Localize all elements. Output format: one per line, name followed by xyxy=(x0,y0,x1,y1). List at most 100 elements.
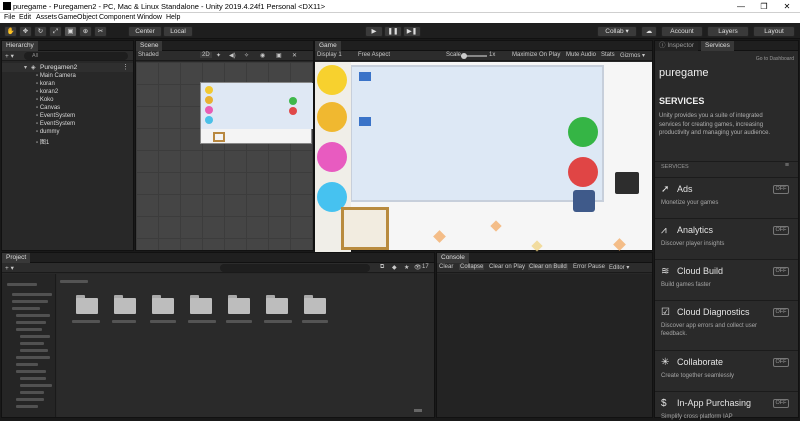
service-analytics[interactable]: ⩘ Analytics Discover player insights OFF xyxy=(655,218,798,258)
service-toggle[interactable]: OFF xyxy=(773,226,789,235)
filter-label-icon[interactable]: ◆ xyxy=(392,264,397,271)
mute-audio-toggle[interactable]: Mute Audio xyxy=(566,52,596,58)
hierarchy-item[interactable]: ▫ EventSystem xyxy=(36,113,75,119)
service-toggle[interactable]: OFF xyxy=(773,308,789,317)
menu-window[interactable]: Window xyxy=(137,14,162,21)
console-editor-dropdown[interactable]: Editor ▾ xyxy=(609,264,629,271)
tab-hierarchy[interactable]: Hierarchy xyxy=(2,41,38,51)
tab-inspector[interactable]: ⓘ Inspector xyxy=(655,41,699,51)
console-log-area[interactable] xyxy=(437,274,652,417)
scene-viewport[interactable] xyxy=(136,62,313,250)
lighting-icon[interactable]: ✦ xyxy=(216,52,221,59)
menu-lines-icon[interactable]: ≡ xyxy=(785,162,789,169)
green-play-badge[interactable] xyxy=(568,117,598,147)
close-button[interactable]: ✕ xyxy=(776,1,798,12)
scale-slider[interactable] xyxy=(461,53,487,59)
expand-arrow-icon[interactable]: ▾ xyxy=(24,64,27,71)
project-assets-grid[interactable] xyxy=(57,274,434,417)
shading-dropdown[interactable]: Shaded xyxy=(138,52,159,58)
menu-gameobject[interactable]: GameObject xyxy=(58,14,97,21)
service-collaborate[interactable]: ✳ Collaborate Create together seamlessly… xyxy=(655,350,798,390)
folder-icon[interactable] xyxy=(76,295,98,314)
layers-dropdown[interactable]: Layers xyxy=(707,26,749,37)
game-board[interactable] xyxy=(350,65,604,202)
service-toggle[interactable]: OFF xyxy=(773,267,789,276)
console-clear-button[interactable]: Clear xyxy=(439,264,453,270)
pink-badge[interactable] xyxy=(317,142,347,172)
console-collapse-toggle[interactable]: Collapse xyxy=(459,264,485,270)
hierarchy-search-input[interactable]: All xyxy=(24,52,128,60)
hierarchy-item[interactable]: ▫ 图1 xyxy=(36,137,49,146)
blue-card-2[interactable] xyxy=(359,117,371,126)
scene-canvas-preview[interactable] xyxy=(200,82,313,144)
project-folder-tree[interactable] xyxy=(2,274,56,417)
camera-icon[interactable]: ▣ xyxy=(276,52,282,59)
rotate-tool-icon[interactable]: ↻ xyxy=(34,26,47,37)
hand-tool-icon[interactable]: ✋ xyxy=(4,26,17,37)
custom-tool-icon[interactable]: ✂ xyxy=(94,26,107,37)
hierarchy-create-button[interactable]: + ▾ xyxy=(5,52,14,60)
service-toggle[interactable]: OFF xyxy=(773,358,789,367)
layout-dropdown[interactable]: Layout xyxy=(753,26,795,37)
console-error-pause-toggle[interactable]: Error Pause xyxy=(573,264,605,270)
folder-icon[interactable] xyxy=(114,295,136,314)
minimize-button[interactable]: — xyxy=(730,1,752,12)
step-button[interactable]: ▶❚ xyxy=(403,26,421,37)
maximize-on-play-toggle[interactable]: Maximize On Play xyxy=(512,52,560,58)
rect-tool-icon[interactable]: ▣ xyxy=(64,26,77,37)
service-toggle[interactable]: OFF xyxy=(773,399,789,408)
picture-frame[interactable] xyxy=(341,207,389,250)
transform-tool-icon[interactable]: ⊕ xyxy=(79,26,92,37)
tab-services[interactable]: Services xyxy=(701,41,734,51)
menu-edit[interactable]: Edit xyxy=(19,14,31,21)
blue-card-1[interactable] xyxy=(359,72,371,81)
audio-icon[interactable]: ◀) xyxy=(229,52,236,59)
service-cloud-diagnostics[interactable]: ☑ Cloud Diagnostics Discover app errors … xyxy=(655,300,798,349)
hierarchy-item[interactable]: ▫ Canvas xyxy=(36,105,60,111)
hierarchy-item[interactable]: ▫ EventSystem xyxy=(36,121,75,127)
scene-menu-icon[interactable]: ⋮ xyxy=(122,63,129,71)
project-search-input[interactable] xyxy=(220,264,370,272)
folder-icon[interactable] xyxy=(266,295,288,314)
folder-icon[interactable] xyxy=(304,295,326,314)
stats-toggle[interactable]: Stats xyxy=(601,52,615,58)
game-viewport[interactable] xyxy=(315,62,652,252)
scale-tool-icon[interactable]: ⤢ xyxy=(49,26,62,37)
tab-console[interactable]: Console xyxy=(437,253,469,263)
menu-assets[interactable]: Assets xyxy=(36,14,57,21)
favorite-icon[interactable]: ★ xyxy=(404,264,409,271)
folder-icon[interactable] xyxy=(228,295,250,314)
menu-component[interactable]: Component xyxy=(99,14,135,21)
menu-help[interactable]: Help xyxy=(166,14,180,21)
play-button[interactable]: ▶ xyxy=(365,26,383,37)
aspect-dropdown[interactable]: Free Aspect xyxy=(358,52,390,58)
icon-size-slider[interactable] xyxy=(414,409,422,412)
red-badge[interactable] xyxy=(568,157,598,187)
trash-bin-icon[interactable] xyxy=(573,190,595,212)
yellow-badge[interactable] xyxy=(317,65,347,95)
service-toggle[interactable]: OFF xyxy=(773,185,789,194)
hidden-icon[interactable]: ◉ xyxy=(260,52,265,59)
folder-icon[interactable] xyxy=(190,295,212,314)
pause-button[interactable]: ❚❚ xyxy=(384,26,402,37)
hierarchy-item[interactable]: ▫ Main Camera xyxy=(36,73,76,79)
pivot-center-toggle[interactable]: Center xyxy=(128,26,162,37)
maximize-button[interactable]: ❐ xyxy=(753,1,775,12)
console-clear-on-play-toggle[interactable]: Clear on Play xyxy=(489,264,525,270)
move-tool-icon[interactable]: ✥ xyxy=(19,26,32,37)
gizmos-dropdown[interactable]: Gizmos ▾ xyxy=(620,52,645,59)
cloud-icon[interactable]: ☁ xyxy=(641,26,657,37)
effects-icon[interactable]: ✧ xyxy=(244,52,249,59)
service-in-app-purchasing[interactable]: $ In-App Purchasing Simplify cross platf… xyxy=(655,391,798,420)
mode-2d-toggle[interactable]: 2D xyxy=(200,52,212,58)
hierarchy-item[interactable]: ▫ koran2 xyxy=(36,89,58,95)
menu-file[interactable]: File xyxy=(4,14,15,21)
project-create-button[interactable]: + ▾ xyxy=(5,264,14,272)
scene-root-row[interactable]: ▾ ◈ Puregamen2 ⋮ xyxy=(2,63,133,72)
service-ads[interactable]: ➚ Ads Monetize your games OFF xyxy=(655,177,798,217)
account-dropdown[interactable]: Account xyxy=(661,26,703,37)
hierarchy-item[interactable]: ▫ dummy xyxy=(36,129,59,135)
hierarchy-item[interactable]: ▫ Koko xyxy=(36,97,54,103)
tab-project[interactable]: Project xyxy=(2,253,31,263)
display-dropdown[interactable]: Display 1 xyxy=(317,52,342,58)
